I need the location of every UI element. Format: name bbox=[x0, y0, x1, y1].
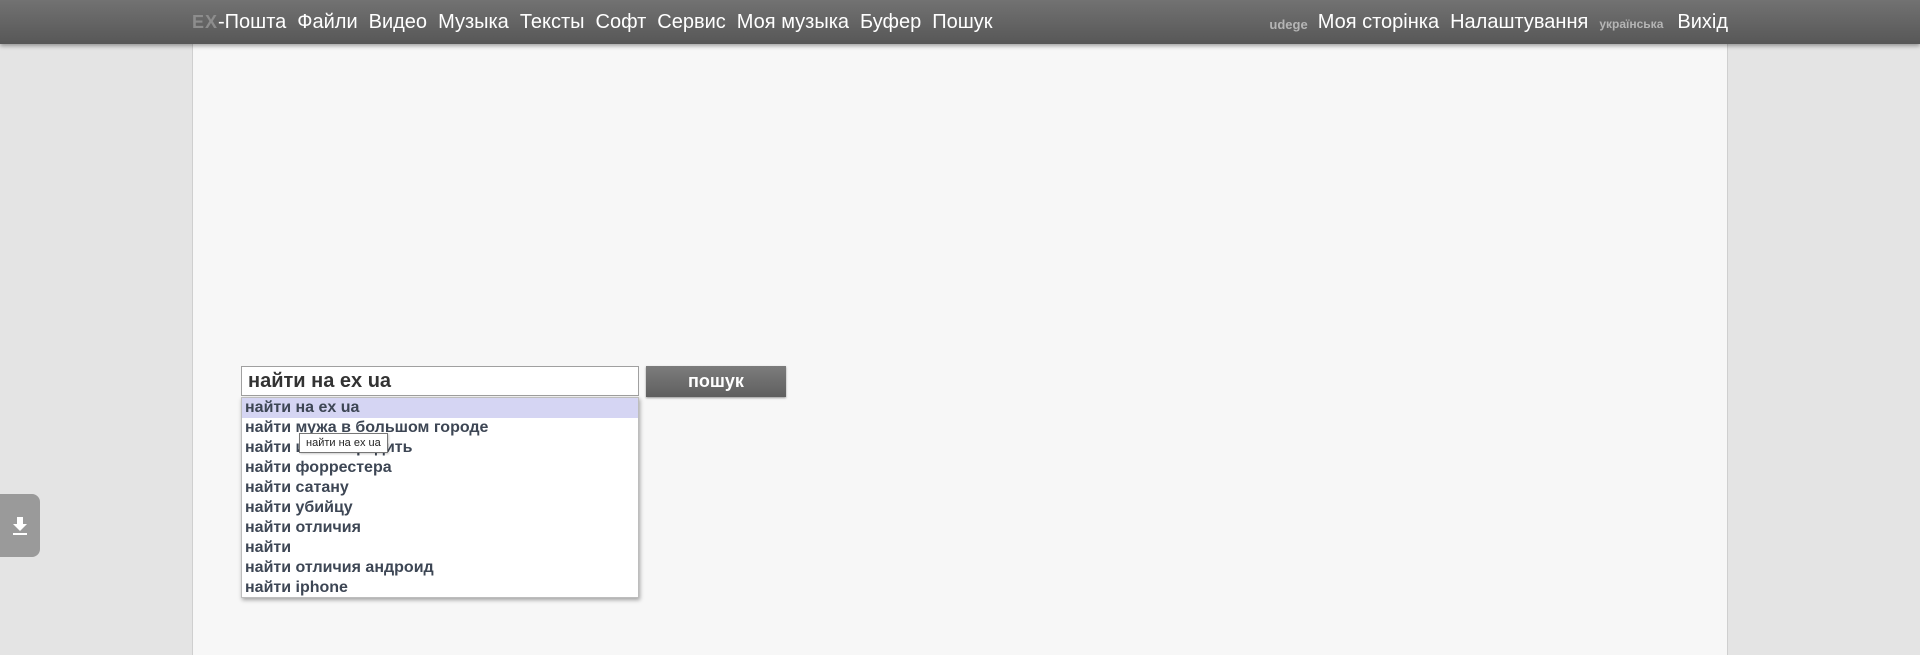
nav-music[interactable]: Музыка bbox=[438, 11, 509, 34]
user-nav: udege Моя сторінка Налаштування українсь… bbox=[1269, 0, 1728, 44]
side-download-tab[interactable] bbox=[0, 494, 40, 557]
my-page-link[interactable]: Моя сторінка bbox=[1318, 11, 1439, 34]
language-switch[interactable]: українська bbox=[1599, 17, 1663, 31]
nav-service[interactable]: Сервис bbox=[657, 11, 726, 34]
suggestion-item[interactable]: найти отличия андроид bbox=[242, 558, 638, 578]
username-label[interactable]: udege bbox=[1269, 17, 1307, 32]
nav-search[interactable]: Пошук bbox=[932, 11, 992, 34]
search-button[interactable]: пошук bbox=[646, 366, 786, 397]
suggestion-item[interactable]: найти на ex ua bbox=[242, 398, 638, 418]
suggestion-item[interactable]: найти iphone bbox=[242, 578, 638, 598]
autocomplete-dropdown: найти на ex ua найти мужа в большом горо… bbox=[241, 397, 639, 598]
nav-buffer[interactable]: Буфер bbox=[860, 11, 921, 34]
suggestion-tooltip: найти на ex ua bbox=[299, 433, 388, 453]
nav-files[interactable]: Файли bbox=[297, 11, 357, 34]
nav-mail[interactable]: -Пошта bbox=[218, 11, 286, 34]
top-navigation-bar: EX -Пошта Файли Видео Музыка Тексты Софт… bbox=[0, 0, 1920, 44]
suggestion-item[interactable]: найти отличия bbox=[242, 518, 638, 538]
suggestion-item[interactable]: найти убийцу bbox=[242, 498, 638, 518]
nav-software[interactable]: Софт bbox=[596, 11, 647, 34]
main-nav: EX -Пошта Файли Видео Музыка Тексты Софт… bbox=[192, 0, 1004, 44]
suggestion-item[interactable]: найти форрестера bbox=[242, 458, 638, 478]
suggestion-item[interactable]: найти bbox=[242, 538, 638, 558]
nav-my-music[interactable]: Моя музыка bbox=[737, 11, 849, 34]
logout-link[interactable]: Вихід bbox=[1677, 11, 1728, 34]
suggestion-item[interactable]: найти сатану bbox=[242, 478, 638, 498]
nav-video[interactable]: Видео bbox=[369, 11, 427, 34]
settings-link[interactable]: Налаштування bbox=[1450, 11, 1588, 34]
download-icon bbox=[13, 516, 27, 535]
nav-texts[interactable]: Тексты bbox=[520, 11, 585, 34]
search-input[interactable] bbox=[241, 366, 639, 396]
site-logo[interactable]: EX bbox=[192, 12, 218, 33]
